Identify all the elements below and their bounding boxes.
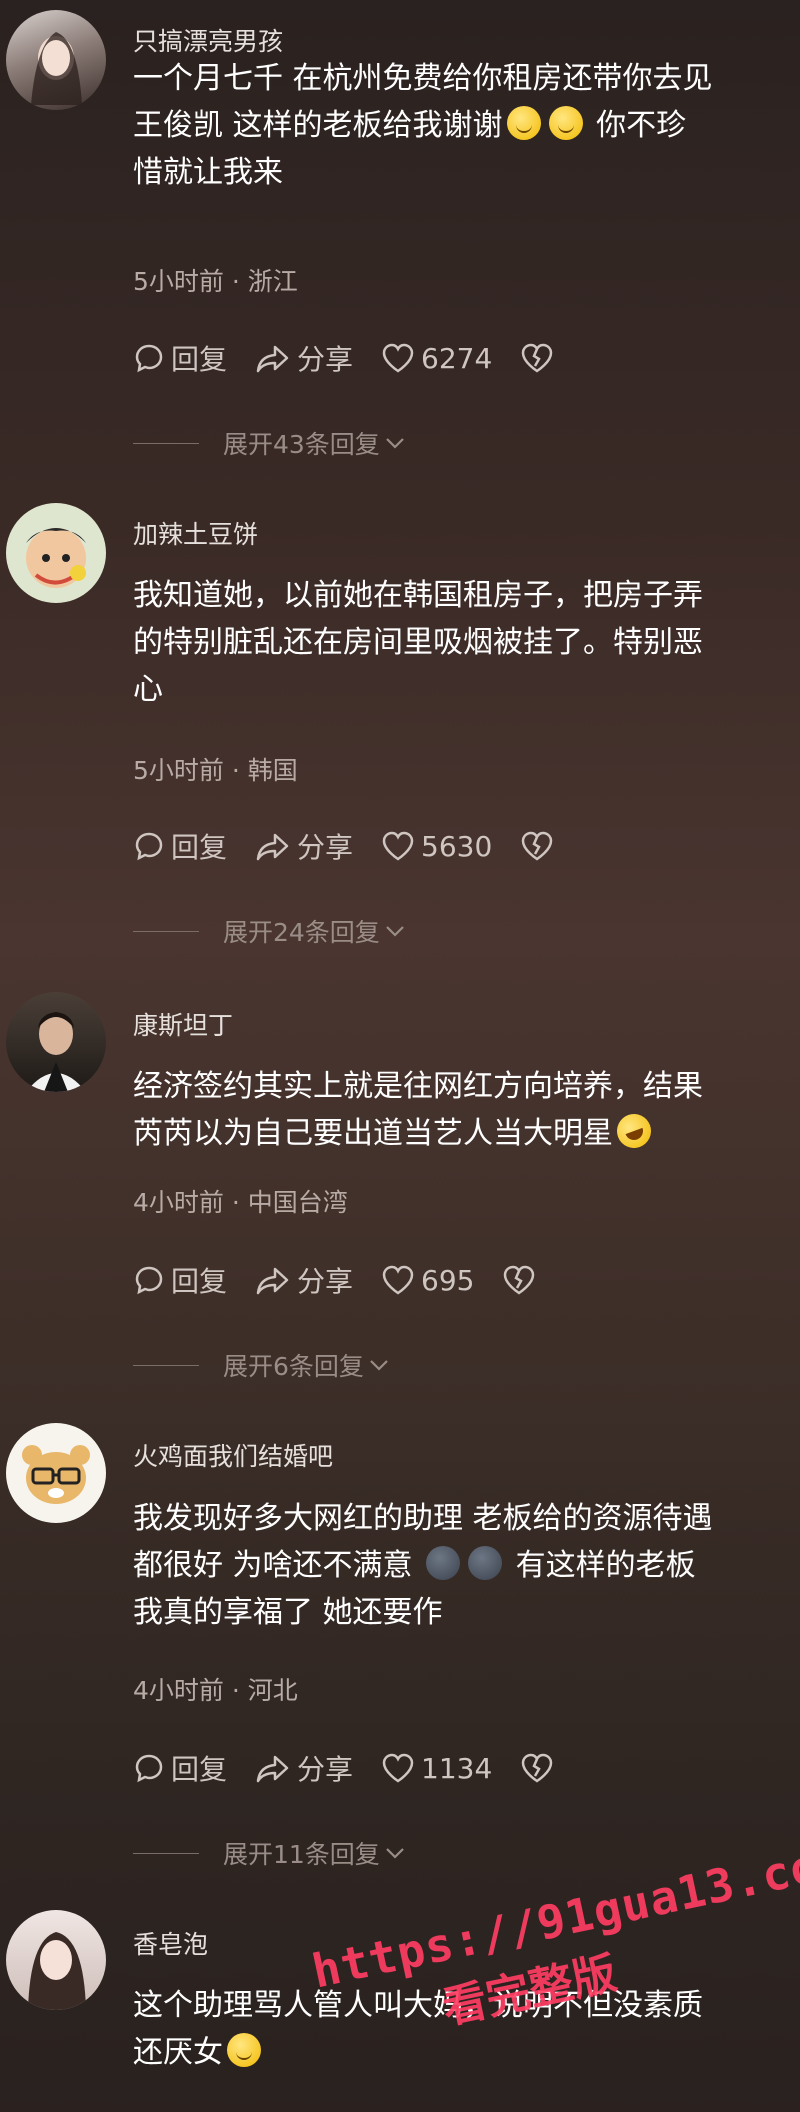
expand-replies-label: 展开24条回复 [223, 918, 380, 947]
reply-label: 回复 [171, 343, 228, 376]
heart-icon [382, 1265, 414, 1295]
reply-icon [135, 1754, 163, 1783]
like-button[interactable]: 1134 [381, 1752, 492, 1785]
reply-icon [135, 832, 163, 861]
comment-text: 我知道她，以前她在韩国租房子，把房子弄 的特别脏乱还在房间里吸烟被挂了。特别恶 … [133, 578, 703, 707]
expand-replies-button[interactable]: 展开11条回复 [133, 1835, 406, 1871]
comment-meta: 4小时前 · 河北 [133, 1676, 298, 1705]
expand-replies-button[interactable]: 展开43条回复 [133, 425, 406, 461]
comment-meta: 5小时前 · 韩国 [133, 756, 298, 785]
avatar[interactable] [6, 1910, 106, 2010]
reply-label: 回复 [171, 1753, 228, 1786]
laughing-emoji-icon [612, 1109, 656, 1153]
share-button[interactable]: 分享 [255, 338, 353, 378]
heart-icon [382, 343, 414, 373]
divider [133, 1364, 199, 1366]
share-button[interactable]: 分享 [255, 826, 353, 866]
like-count: 6274 [421, 341, 493, 375]
divider [133, 1852, 199, 1854]
share-icon [256, 1755, 289, 1783]
expand-replies-label: 展开43条回复 [223, 430, 380, 459]
chevron-down-icon [386, 926, 404, 937]
comment-meta: 4小时前 · 中国台湾 [133, 1188, 348, 1217]
expand-replies-label: 展开6条回复 [223, 1352, 364, 1381]
like-button[interactable]: 5630 [381, 830, 492, 863]
chevron-down-icon [386, 438, 404, 449]
avatar[interactable] [6, 1423, 106, 1523]
broken-heart-icon [522, 343, 553, 373]
share-icon [256, 833, 289, 861]
reply-button[interactable]: 回复 [133, 338, 227, 378]
dark-face-emoji-icon [426, 1546, 461, 1580]
like-button[interactable]: 6274 [381, 342, 492, 375]
comment-meta: 5小时前 · 浙江 [133, 267, 298, 296]
reply-label: 回复 [171, 1265, 228, 1298]
dislike-button[interactable] [520, 1752, 560, 1784]
comment-text: 一个月七千 在杭州免费给你租房还带你去见 王俊凯 这样的老板给我谢谢 你不珍 惜… [133, 61, 713, 190]
share-button[interactable]: 分享 [255, 1260, 353, 1300]
username[interactable]: 加辣土豆饼 [133, 515, 258, 551]
expand-replies-button[interactable]: 展开24条回复 [133, 913, 406, 949]
avatar[interactable] [6, 503, 106, 603]
username[interactable]: 香皂泡 [133, 1925, 208, 1961]
reply-label: 回复 [171, 831, 228, 864]
smiling-emoji-icon [548, 106, 583, 140]
username[interactable]: 康斯坦丁 [133, 1006, 233, 1042]
share-button[interactable]: 分享 [255, 1748, 353, 1788]
reply-button[interactable]: 回复 [133, 1748, 227, 1788]
avatar[interactable] [6, 992, 106, 1092]
comment-actions: 回复 分享 6274 [133, 338, 588, 378]
comment-actions: 回复 分享 1134 [133, 1748, 588, 1788]
share-label: 分享 [297, 343, 354, 376]
comment-actions: 回复 分享 695 [133, 1260, 570, 1300]
share-label: 分享 [297, 1753, 354, 1786]
share-icon [256, 1267, 289, 1295]
divider [133, 930, 199, 932]
share-label: 分享 [297, 831, 354, 864]
broken-heart-icon [522, 831, 553, 861]
reply-button[interactable]: 回复 [133, 826, 227, 866]
chevron-down-icon [370, 1360, 388, 1371]
share-label: 分享 [297, 1265, 354, 1298]
emoji-icon [227, 2033, 261, 2067]
expand-replies-label: 展开11条回复 [223, 1840, 380, 1869]
comment-text: 我发现好多大网红的助理 老板给的资源待遇 都很好 为啥还不满意 有这样的老板 我… [133, 1501, 713, 1630]
comment-actions: 回复 分享 5630 [133, 826, 588, 866]
dislike-button[interactable] [520, 342, 560, 374]
reply-icon [135, 1266, 163, 1295]
like-count: 695 [421, 1263, 475, 1297]
dislike-button[interactable] [520, 830, 560, 862]
share-icon [256, 345, 289, 373]
heart-icon [382, 1753, 414, 1783]
dislike-button[interactable] [502, 1264, 542, 1296]
divider [133, 442, 199, 444]
username[interactable]: 只搞漂亮男孩 [133, 22, 283, 58]
like-button[interactable]: 695 [381, 1264, 474, 1297]
broken-heart-icon [504, 1265, 535, 1295]
expand-replies-button[interactable]: 展开6条回复 [133, 1347, 390, 1383]
reply-button[interactable]: 回复 [133, 1260, 227, 1300]
like-count: 5630 [421, 829, 493, 863]
heart-icon [382, 831, 414, 861]
like-count: 1134 [421, 1751, 493, 1785]
chevron-down-icon [386, 1848, 404, 1859]
reply-icon [135, 344, 163, 373]
username[interactable]: 火鸡面我们结婚吧 [133, 1437, 333, 1473]
dark-face-emoji-icon [468, 1546, 503, 1580]
avatar[interactable] [6, 10, 106, 110]
smiling-emoji-icon [506, 106, 541, 140]
broken-heart-icon [522, 1753, 553, 1783]
comment-text: 经济签约其实上就是往网红方向培养，结果 芮芮以为自己要出道当艺人当大明星 [133, 1069, 703, 1153]
